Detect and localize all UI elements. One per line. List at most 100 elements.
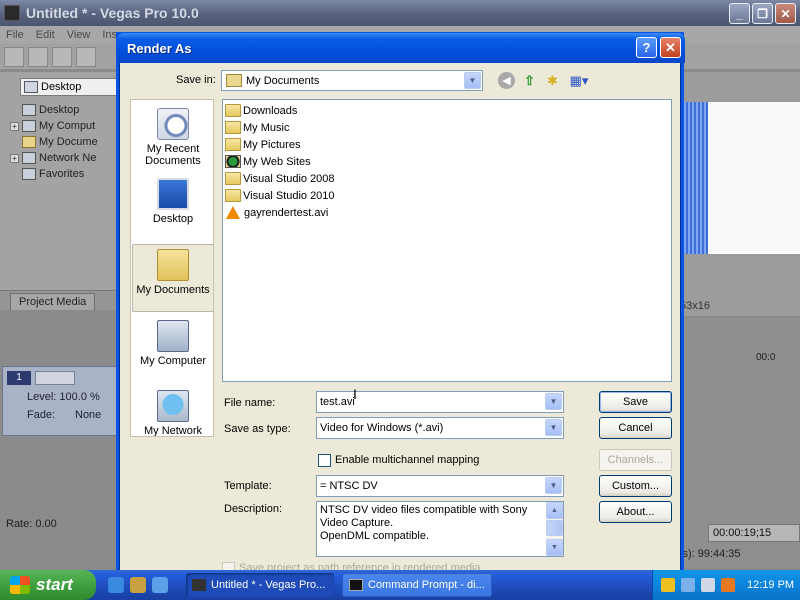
- timecode-display: 00:00:19;15: [708, 524, 800, 542]
- app-close-button[interactable]: ✕: [775, 3, 796, 24]
- file-item-avi[interactable]: gayrendertest.avi: [225, 204, 669, 221]
- explorer-location-combo[interactable]: Desktop: [20, 78, 120, 96]
- views-menu-icon[interactable]: ▦▾: [567, 72, 591, 89]
- save-as-type-label: Save as type:: [224, 423, 291, 435]
- dialog-titlebar: Render As ? ✕: [117, 33, 685, 63]
- save-icon[interactable]: [52, 46, 72, 67]
- file-item-vs2010[interactable]: Visual Studio 2010: [225, 187, 669, 204]
- place-label: My Computer: [139, 355, 207, 367]
- search-icon[interactable]: [721, 578, 735, 592]
- file-name: Visual Studio 2010: [243, 189, 335, 202]
- new-project-icon[interactable]: [4, 46, 24, 67]
- save-as-type-select[interactable]: Video for Windows (*.avi) ▼: [316, 417, 564, 439]
- place-recent-documents[interactable]: My Recent Documents: [132, 104, 213, 172]
- place-label: My Network: [143, 425, 203, 437]
- up-folder-icon[interactable]: ⇧: [521, 72, 538, 89]
- place-my-documents[interactable]: My Documents: [132, 244, 213, 312]
- explorer-tree: Desktop + My Comput My Docume + Network …: [10, 102, 98, 182]
- tree-item-favorites[interactable]: Favorites: [22, 166, 98, 182]
- file-name-value: test.avi: [320, 396, 355, 408]
- taskbar-item-vegas[interactable]: Untitled * - Vegas Pro...: [186, 573, 334, 597]
- save-as-type-value: Video for Windows (*.avi): [320, 422, 444, 434]
- new-folder-icon[interactable]: ✱: [544, 72, 561, 89]
- description-line: NTSC DV video files compatible with Sony: [320, 504, 528, 516]
- tree-item-my-documents[interactable]: My Docume: [22, 134, 98, 150]
- text-cursor-icon: I: [353, 386, 357, 402]
- description-box[interactable]: NTSC DV video files compatible with Sony…: [316, 501, 564, 557]
- show-desktop-icon[interactable]: [152, 577, 168, 593]
- save-in-label: Save in:: [176, 74, 216, 86]
- app-title: Untitled * - Vegas Pro 10.0: [26, 5, 199, 21]
- tree-item-my-computer[interactable]: + My Comput: [10, 118, 98, 134]
- description-label: Description:: [224, 503, 283, 515]
- place-label: Desktop: [152, 213, 194, 225]
- cancel-button[interactable]: Cancel: [599, 417, 672, 439]
- music-folder-icon: [225, 121, 241, 134]
- expand-icon[interactable]: +: [10, 153, 19, 163]
- render-icon[interactable]: [76, 46, 96, 67]
- app-titlebar: Untitled * - Vegas Pro 10.0 _ ❐ ✕: [0, 0, 800, 26]
- place-label: My Documents: [136, 284, 210, 296]
- minimize-button[interactable]: _: [729, 3, 750, 24]
- template-select[interactable]: = NTSC DV ▼: [316, 475, 564, 497]
- file-item-vs2008[interactable]: Visual Studio 2008: [225, 170, 669, 187]
- file-item-my-music[interactable]: My Music: [225, 119, 669, 136]
- menu-view[interactable]: View: [67, 29, 91, 41]
- file-list: Downloads My Music My Pictures My Web Si…: [222, 99, 672, 382]
- menu-edit[interactable]: Edit: [36, 29, 55, 41]
- network-icon[interactable]: [681, 578, 695, 592]
- back-arrow-icon[interactable]: ◀: [498, 72, 515, 89]
- playback-rate[interactable]: Rate: 0.00: [6, 518, 57, 530]
- place-my-computer[interactable]: My Computer: [132, 316, 213, 384]
- security-shield-icon[interactable]: [661, 578, 675, 592]
- explorer-location: Desktop: [41, 81, 82, 93]
- track-name-field[interactable]: [35, 371, 75, 385]
- place-my-network[interactable]: My Network: [132, 386, 213, 437]
- chevron-down-icon[interactable]: ▼: [545, 393, 562, 410]
- file-name-label: File name:: [224, 397, 276, 409]
- tree-item-desktop[interactable]: Desktop: [22, 102, 98, 118]
- expand-icon[interactable]: +: [10, 121, 19, 131]
- about-button[interactable]: About...: [599, 501, 672, 523]
- menu-file[interactable]: File: [6, 29, 24, 41]
- file-item-my-pictures[interactable]: My Pictures: [225, 136, 669, 153]
- media-player-icon[interactable]: [130, 577, 146, 593]
- computer-icon: [22, 120, 36, 132]
- chevron-down-icon[interactable]: ▼: [464, 72, 481, 89]
- preview-resolution: 53x16: [680, 300, 710, 312]
- tree-item-label: My Docume: [39, 136, 98, 148]
- file-name: Visual Studio 2008: [243, 172, 335, 185]
- tab-project-media[interactable]: Project Media: [10, 293, 96, 310]
- open-icon[interactable]: [28, 46, 48, 67]
- scroll-up-icon[interactable]: ▲: [546, 502, 563, 519]
- folder-icon: [225, 104, 241, 117]
- save-in-combo[interactable]: My Documents ▼: [221, 70, 483, 91]
- place-desktop[interactable]: Desktop: [132, 174, 213, 242]
- video-track-header[interactable]: 1 Level: 100.0 % Fade: None: [2, 366, 122, 436]
- volume-icon[interactable]: [701, 578, 715, 592]
- clock[interactable]: 12:19 PM: [747, 579, 794, 591]
- chevron-down-icon[interactable]: ▼: [545, 419, 562, 436]
- scroll-thumb[interactable]: [546, 520, 563, 536]
- internet-explorer-icon[interactable]: [108, 577, 124, 593]
- start-button[interactable]: start: [0, 570, 96, 600]
- track-fade-value[interactable]: None: [75, 409, 101, 421]
- description-scrollbar[interactable]: ▲ ▼: [546, 502, 563, 556]
- tree-item-network[interactable]: + Network Ne: [10, 150, 98, 166]
- file-name: gayrendertest.avi: [244, 206, 329, 219]
- taskbar-item-command-prompt[interactable]: Command Prompt - di...: [342, 573, 492, 597]
- maximize-button[interactable]: ❐: [752, 3, 773, 24]
- multichannel-checkbox[interactable]: [318, 454, 331, 467]
- channels-button[interactable]: Channels...: [599, 449, 672, 471]
- chevron-down-icon[interactable]: ▼: [545, 477, 562, 494]
- track-level[interactable]: Level: 100.0 %: [27, 391, 100, 403]
- custom-button[interactable]: Custom...: [599, 475, 672, 497]
- dialog-close-button[interactable]: ✕: [660, 37, 681, 58]
- file-item-downloads[interactable]: Downloads: [225, 102, 669, 119]
- recent-documents-icon: [157, 108, 189, 140]
- save-button[interactable]: Save: [599, 391, 672, 413]
- scroll-down-icon[interactable]: ▼: [546, 539, 563, 556]
- panel-tabs: Project Media: [0, 290, 122, 310]
- help-button[interactable]: ?: [636, 37, 657, 58]
- file-item-my-web-sites[interactable]: My Web Sites: [225, 153, 669, 170]
